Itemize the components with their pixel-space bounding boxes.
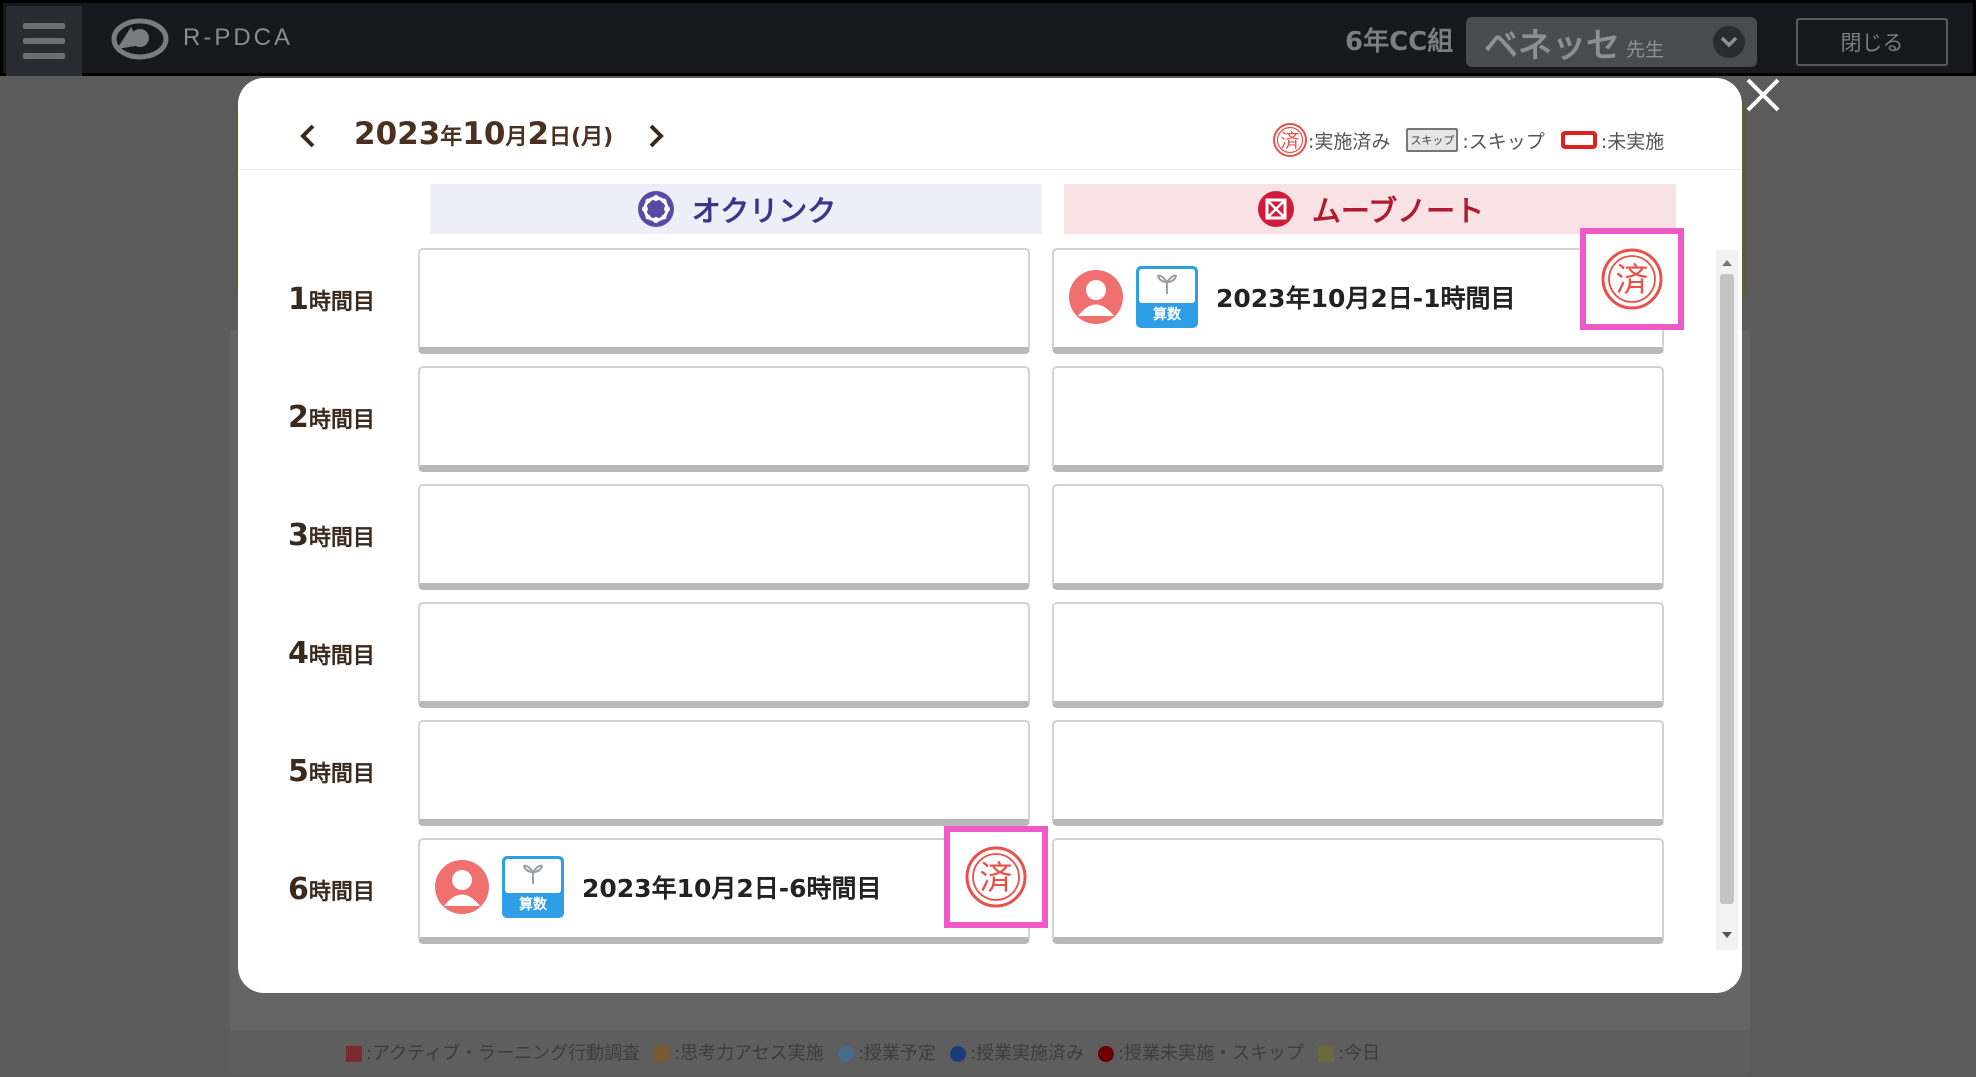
done-stamp-highlight: 済 <box>944 826 1048 928</box>
svg-text:済: 済 <box>980 858 1013 897</box>
lesson-cell-oklink-period-2[interactable] <box>418 366 1030 472</box>
legend-item: :アクティブ・ラーニング行動調査 <box>346 1039 640 1065</box>
lesson-cell-movenote-period-5[interactable] <box>1052 720 1664 826</box>
column-header-movenote: ムーブノート <box>1064 184 1676 234</box>
teacher-suffix: 先生 <box>1626 38 1665 61</box>
lesson-cell-oklink-period-6[interactable]: 算数 2023年10月2日-6時間目 <box>418 838 1030 944</box>
lesson-cell-movenote-period-2[interactable] <box>1052 366 1664 472</box>
subject-math-badge: 算数 <box>1136 266 1198 328</box>
legend-undone: :未実施 <box>1560 127 1665 154</box>
subject-math-badge: 算数 <box>502 856 564 918</box>
legend-item: :思考力アセス実施 <box>654 1039 824 1065</box>
sprout-icon <box>523 864 543 884</box>
lesson-cell-movenote-period-3[interactable] <box>1052 484 1664 590</box>
hamburger-menu-button[interactable] <box>6 6 82 76</box>
lesson-cell-oklink-period-5[interactable] <box>418 720 1030 826</box>
legend-item: :授業未実施・スキップ <box>1097 1039 1304 1065</box>
close-page-button[interactable]: 閉じる <box>1796 18 1948 66</box>
user-avatar-icon <box>1069 270 1123 324</box>
user-avatar-icon <box>435 860 489 914</box>
legend-skip: スキップ :スキップ <box>1406 127 1545 154</box>
legend-item: :授業予定 <box>837 1039 936 1065</box>
menu-line <box>23 38 65 44</box>
background-legend: :アクティブ・ラーニング行動調査 :思考力アセス実施 :授業予定 :授業実施済み… <box>230 1030 1750 1074</box>
class-name: 6年CC組 <box>1345 27 1454 57</box>
legend-done: 済 :実施済み <box>1272 122 1390 158</box>
menu-line <box>23 23 65 29</box>
svg-text:済: 済 <box>1280 130 1299 152</box>
teacher-name: ベネッセ <box>1484 25 1620 66</box>
legend-done-label: :実施済み <box>1308 130 1391 153</box>
modal-date-title: 2023 年 10 月 2日 (月) <box>354 116 614 152</box>
next-day-button[interactable] <box>644 122 668 150</box>
period-label: 5 時間目 <box>288 754 375 789</box>
done-stamp-icon: 済 <box>965 846 1027 908</box>
svg-text:済: 済 <box>1616 260 1649 299</box>
period-label: 2 時間目 <box>288 400 375 435</box>
day-detail-modal: 2023 年 10 月 2日 (月) 済 :実施済み スキップ :スキップ:未… <box>238 78 1742 993</box>
chevron-down-icon <box>1713 26 1745 58</box>
period-label: 6 時間目 <box>288 872 375 907</box>
column-header-movenote-label: ムーブノート <box>1311 194 1485 228</box>
lesson-entry: 算数 2023年10月2日-1時間目 <box>1068 266 1516 328</box>
legend-item: :授業実施済み <box>949 1039 1084 1065</box>
scrollbar-thumb[interactable] <box>1720 274 1734 904</box>
scroll-up-arrow-icon[interactable] <box>1719 256 1735 268</box>
lesson-cell-movenote-period-6[interactable] <box>1052 838 1664 944</box>
lesson-cell-oklink-period-4[interactable] <box>418 602 1030 708</box>
sprout-icon <box>1157 274 1177 294</box>
previous-day-button[interactable] <box>296 122 320 150</box>
teacher-select[interactable]: ベネッセ 先生 <box>1466 17 1757 67</box>
modal-header: 2023 年 10 月 2日 (月) 済 :実施済み スキップ :スキップ:未… <box>238 78 1742 170</box>
chevron-right-icon <box>649 124 664 148</box>
oklink-icon <box>637 191 674 227</box>
lesson-title: 2023年10月2日-6時間目 <box>582 874 882 903</box>
lesson-entry: 算数 2023年10月2日-6時間目 <box>434 856 882 918</box>
lesson-cell-movenote-period-4[interactable] <box>1052 602 1664 708</box>
undone-swatch-icon <box>1560 131 1597 149</box>
done-stamp-icon: 済 <box>1273 123 1307 157</box>
app-logo: R-PDCA <box>111 15 293 61</box>
legend-item: :今日 <box>1318 1039 1380 1065</box>
column-header-oklink: オクリンク <box>430 184 1042 234</box>
app-name: R-PDCA <box>183 24 294 51</box>
chevron-left-icon <box>300 124 315 148</box>
movenote-icon <box>1257 191 1294 227</box>
status-legend: 済 :実施済み スキップ :スキップ :未実施 <box>1272 122 1680 158</box>
lesson-cell-oklink-period-3[interactable] <box>418 484 1030 590</box>
menu-line <box>23 53 65 59</box>
lesson-cell-oklink-period-1[interactable] <box>418 248 1030 354</box>
done-stamp-highlight: 済 <box>1580 228 1684 330</box>
close-icon <box>1746 78 1780 112</box>
logo-icon <box>111 18 169 60</box>
legend-skip-label: :スキップ <box>1462 130 1545 153</box>
scroll-down-arrow-icon[interactable] <box>1719 930 1735 942</box>
done-stamp-icon: 済 <box>1601 248 1663 310</box>
legend-undone-label: :未実施 <box>1600 130 1665 153</box>
skip-badge-icon: スキップ <box>1406 128 1459 152</box>
lesson-cell-movenote-period-1[interactable]: 算数 2023年10月2日-1時間目 <box>1052 248 1664 354</box>
period-label: 4 時間目 <box>288 636 375 671</box>
column-header-oklink-label: オクリンク <box>691 194 837 228</box>
period-label: 3 時間目 <box>288 518 375 553</box>
lesson-title: 2023年10月2日-1時間目 <box>1216 284 1516 313</box>
period-label: 1 時間目 <box>288 282 375 317</box>
top-bar: R-PDCA 6年CC組 ベネッセ 先生 閉じる <box>0 0 1976 76</box>
modal-close-button[interactable] <box>1740 72 1786 118</box>
